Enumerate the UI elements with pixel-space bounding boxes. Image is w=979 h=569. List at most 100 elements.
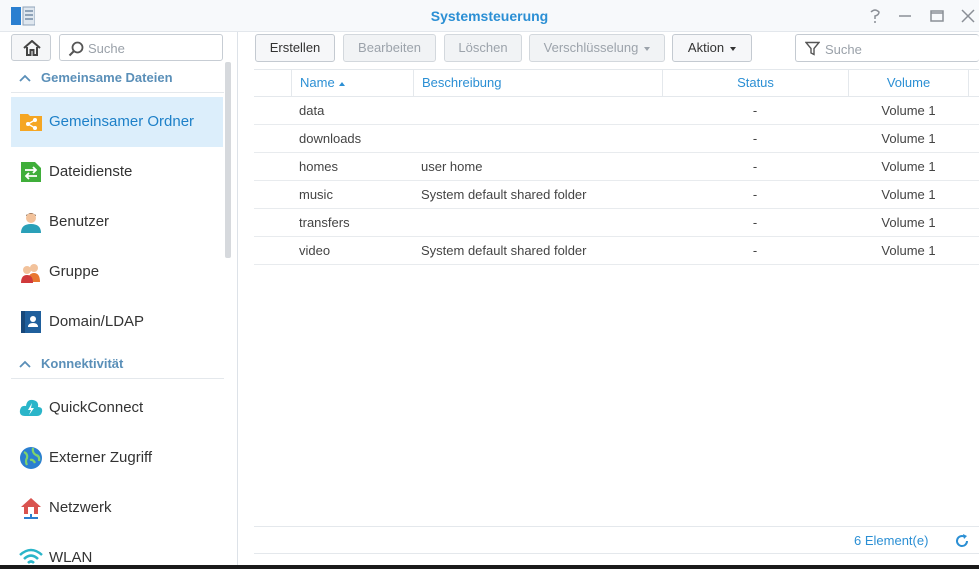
cell-description: user home: [421, 159, 483, 174]
cell-volume: Volume 1: [881, 187, 936, 202]
encryption-menu-button[interactable]: Verschlüsselung: [529, 34, 665, 62]
delete-button[interactable]: Löschen: [444, 34, 522, 62]
sidebar: Gemeinsame Dateien Gemeinsamer Ordner Da…: [0, 32, 238, 565]
chevron-up-icon: [19, 360, 31, 368]
cell-name: homes: [299, 159, 339, 174]
encryption-label: Verschlüsselung: [543, 40, 639, 55]
help-icon[interactable]: [866, 7, 884, 25]
cell-volume: Volume 1: [881, 131, 936, 146]
shared-folder-icon: [20, 114, 42, 131]
cell-volume: Volume 1: [881, 215, 936, 230]
chevron-up-icon: [19, 74, 31, 82]
action-label: Aktion: [687, 40, 725, 55]
sidebar-search[interactable]: [59, 34, 223, 61]
sidebar-item-label: Gruppe: [49, 263, 100, 280]
control-panel-window: Systemsteuerung Suche Gemeinsame Dateien…: [0, 0, 979, 565]
table-header: Name Beschreibung Status Volume: [254, 69, 979, 97]
cell-description: System default shared folder: [421, 187, 587, 202]
column-label: Name: [300, 75, 335, 90]
table-row[interactable]: data - Volume 1: [254, 97, 979, 125]
column-label: Volume: [886, 75, 931, 90]
sidebar-item-dateidienste[interactable]: Dateidienste: [11, 147, 223, 197]
user-icon: [21, 213, 41, 233]
column-label: Beschreibung: [422, 75, 502, 90]
search-icon: [68, 41, 84, 57]
close-icon[interactable]: [959, 7, 977, 25]
cell-description: [421, 125, 661, 152]
filter-icon: [805, 41, 820, 56]
sidebar-search-input[interactable]: [88, 39, 218, 57]
cell-description: [421, 97, 661, 124]
cell-status: -: [752, 187, 758, 202]
item-count: 6 Element(e): [854, 533, 929, 548]
section-header-konnektivitaet[interactable]: Konnektivität: [11, 349, 224, 379]
sidebar-item-benutzer[interactable]: Benutzer: [11, 197, 223, 247]
section-label: Konnektivität: [41, 356, 124, 371]
sidebar-item-domain-ldap[interactable]: Domain/LDAP: [11, 297, 223, 347]
cell-status: -: [752, 103, 758, 118]
cell-name: downloads: [299, 131, 362, 146]
cell-name: video: [299, 243, 331, 258]
external-access-icon: [20, 447, 42, 469]
sidebar-scrollbar[interactable]: [225, 62, 231, 258]
cell-volume: Volume 1: [881, 159, 936, 174]
sidebar-item-netzwerk[interactable]: Netzwerk: [11, 483, 223, 533]
sidebar-item-label: Gemeinsamer Ordner: [49, 113, 195, 130]
table-row[interactable]: video System default shared folder - Volume…: [254, 237, 979, 265]
column-header-beschreibung[interactable]: Beschreibung: [413, 70, 662, 97]
window-title: Systemsteuerung: [430, 8, 549, 24]
quickconnect-icon: [19, 399, 43, 416]
table-row[interactable]: homes user home - Volume 1: [254, 153, 979, 181]
section-label: Gemeinsame Dateien: [41, 70, 173, 85]
cell-status: -: [752, 159, 758, 174]
home-icon: [23, 40, 41, 56]
sidebar-item-label: QuickConnect: [49, 399, 144, 416]
table-row[interactable]: downloads - Volume 1: [254, 125, 979, 153]
minimize-icon[interactable]: [896, 7, 914, 25]
cell-name: music: [299, 187, 333, 202]
cell-volume: Volume 1: [881, 243, 936, 258]
table-body: data - Volume 1 downloads - Volume 1 homes user…: [254, 97, 979, 265]
sidebar-item-externer-zugriff[interactable]: Externer Zugriff: [11, 433, 223, 483]
sidebar-item-gemeinsamer-ordner[interactable]: Gemeinsamer Ordner: [11, 97, 223, 147]
maximize-icon[interactable]: [928, 7, 946, 25]
shared-folder-table: Name Beschreibung Status Volume data - Vol…: [254, 69, 979, 265]
file-services-icon: [21, 162, 41, 182]
cell-description: System default shared folder: [421, 243, 587, 258]
wifi-icon: [19, 548, 43, 564]
sidebar-item-label: Dateidienste: [49, 163, 133, 180]
table-row[interactable]: music System default shared folder - Volume…: [254, 181, 979, 209]
table-footer: 6 Element(e): [254, 526, 979, 554]
sidebar-item-label: Domain/LDAP: [49, 313, 145, 330]
action-menu-button[interactable]: Aktion: [672, 34, 752, 62]
section-header-gemeinsame-dateien[interactable]: Gemeinsame Dateien: [11, 63, 224, 93]
column-header-volume[interactable]: Volume: [848, 70, 969, 97]
sort-ascending-icon: [338, 81, 345, 86]
main-panel: Erstellen Bearbeiten Löschen Verschlüsse…: [239, 32, 979, 565]
group-icon: [21, 264, 40, 283]
table-row[interactable]: transfers - Volume 1: [254, 209, 979, 237]
title-bar: Systemsteuerung: [0, 0, 979, 32]
sidebar-item-quickconnect[interactable]: QuickConnect: [11, 383, 223, 433]
caret-down-icon: [730, 46, 737, 51]
network-icon: [21, 498, 41, 519]
column-header-status[interactable]: Status: [662, 70, 848, 97]
sidebar-item-wlan[interactable]: WLAN: [11, 533, 223, 565]
filter-search-input[interactable]: [825, 40, 975, 58]
edit-button[interactable]: Bearbeiten: [343, 34, 436, 62]
filter-search[interactable]: [795, 34, 979, 62]
cell-status: -: [752, 215, 758, 230]
domain-ldap-icon: [21, 311, 41, 333]
sidebar-item-label: Externer Zugriff: [49, 449, 153, 466]
column-label: Status: [737, 75, 774, 90]
create-button[interactable]: Erstellen: [255, 34, 335, 62]
refresh-icon[interactable]: [954, 533, 970, 549]
sidebar-item-gruppe[interactable]: Gruppe: [11, 247, 223, 297]
sidebar-item-label: WLAN: [49, 549, 93, 565]
cell-name: data: [299, 103, 325, 118]
caret-down-icon: [644, 46, 651, 51]
cell-description: [421, 209, 661, 236]
column-header-name[interactable]: Name: [291, 70, 413, 97]
home-button[interactable]: [11, 34, 51, 61]
cell-status: -: [752, 243, 758, 258]
